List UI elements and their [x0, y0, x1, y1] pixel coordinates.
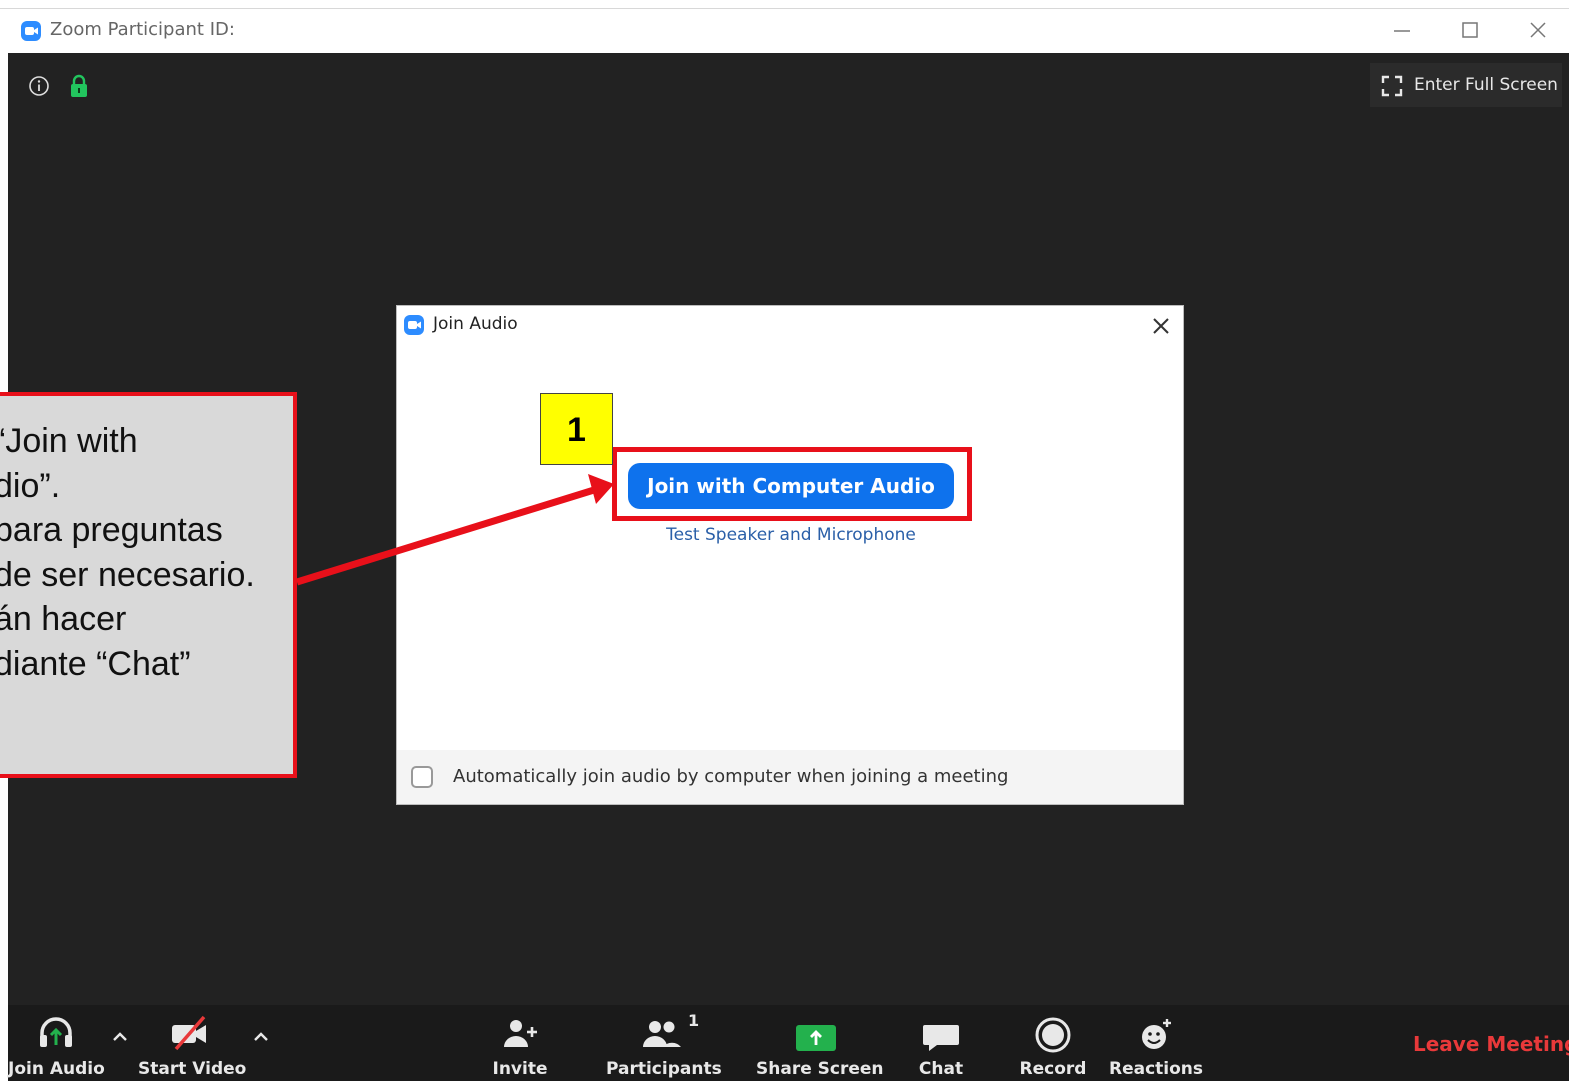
participants-count: 1: [688, 1011, 700, 1030]
start-video-button[interactable]: Start Video: [138, 1005, 247, 1081]
record-button[interactable]: Record: [1013, 1005, 1093, 1081]
chevron-up-icon[interactable]: [249, 1025, 273, 1049]
invite-button[interactable]: Invite: [480, 1005, 560, 1081]
callout-line: diante “Chat”: [0, 645, 191, 683]
join-audio-button[interactable]: Join Audio: [8, 1005, 105, 1081]
join-audio-dialog: Join Audio Join with Computer Audio Test…: [396, 305, 1184, 805]
leave-meeting-button[interactable]: Leave Meeting: [1413, 1032, 1569, 1056]
chevron-up-icon[interactable]: [108, 1025, 132, 1049]
auto-join-label[interactable]: Automatically join audio by computer whe…: [453, 766, 1008, 787]
minimize-icon[interactable]: [1382, 15, 1422, 47]
join-audio-label: Join Audio: [8, 1059, 105, 1079]
title-bar: Zoom Participant ID:: [0, 9, 1569, 53]
encryption-lock-icon[interactable]: [68, 74, 90, 98]
dialog-title: Join Audio: [433, 314, 518, 334]
test-speaker-microphone-link[interactable]: Test Speaker and Microphone: [397, 525, 1185, 545]
meeting-toolbar: Join Audio Start Video Invite 1 Particip…: [8, 1005, 1569, 1081]
start-video-label: Start Video: [138, 1059, 247, 1079]
window-top-edge: [0, 0, 1569, 9]
reactions-button[interactable]: Reactions: [1108, 1005, 1204, 1081]
close-icon[interactable]: [1149, 314, 1173, 338]
enter-full-screen-button[interactable]: Enter Full Screen: [1370, 63, 1562, 107]
zoom-logo-icon: [21, 21, 41, 41]
participants-button[interactable]: 1 Participants: [606, 1005, 722, 1081]
reactions-label: Reactions: [1108, 1059, 1204, 1079]
close-window-icon[interactable]: [1518, 15, 1558, 47]
headphones-icon: [40, 1017, 72, 1047]
window-title: Zoom Participant ID:: [50, 19, 235, 40]
callout-line: dio”.: [0, 467, 61, 505]
auto-join-checkbox[interactable]: [411, 766, 433, 788]
share-screen-icon: [796, 1025, 836, 1051]
fullscreen-icon: [1381, 75, 1403, 97]
dialog-footer: Automatically join audio by computer whe…: [397, 750, 1183, 804]
invite-label: Invite: [492, 1059, 548, 1079]
video-off-icon: [172, 1015, 206, 1051]
callout-line: para preguntas: [0, 511, 223, 549]
record-label: Record: [1019, 1059, 1087, 1079]
instruction-callout: “Join with dio”. para preguntas de ser n…: [0, 392, 297, 778]
participants-label: Participants: [606, 1059, 722, 1079]
zoom-logo-icon: [404, 315, 424, 335]
annotation-highlight: [612, 447, 972, 521]
chat-icon: [923, 1025, 959, 1051]
share-screen-button[interactable]: Share Screen: [756, 1005, 884, 1081]
callout-line: “Join with: [0, 422, 138, 460]
chat-label: Chat: [918, 1059, 964, 1079]
maximize-icon[interactable]: [1450, 15, 1490, 47]
participants-icon: [643, 1021, 681, 1047]
record-icon: [1035, 1017, 1071, 1053]
callout-line: án hacer: [0, 600, 127, 638]
add-person-icon: [504, 1020, 537, 1047]
step-number-badge: 1: [540, 393, 613, 465]
fullscreen-label: Enter Full Screen: [1414, 75, 1558, 95]
meeting-info-icon[interactable]: [28, 75, 50, 97]
chat-button[interactable]: Chat: [906, 1005, 976, 1081]
share-screen-label: Share Screen: [756, 1059, 884, 1079]
reactions-icon: [1142, 1019, 1171, 1049]
callout-line: de ser necesario.: [0, 556, 255, 594]
